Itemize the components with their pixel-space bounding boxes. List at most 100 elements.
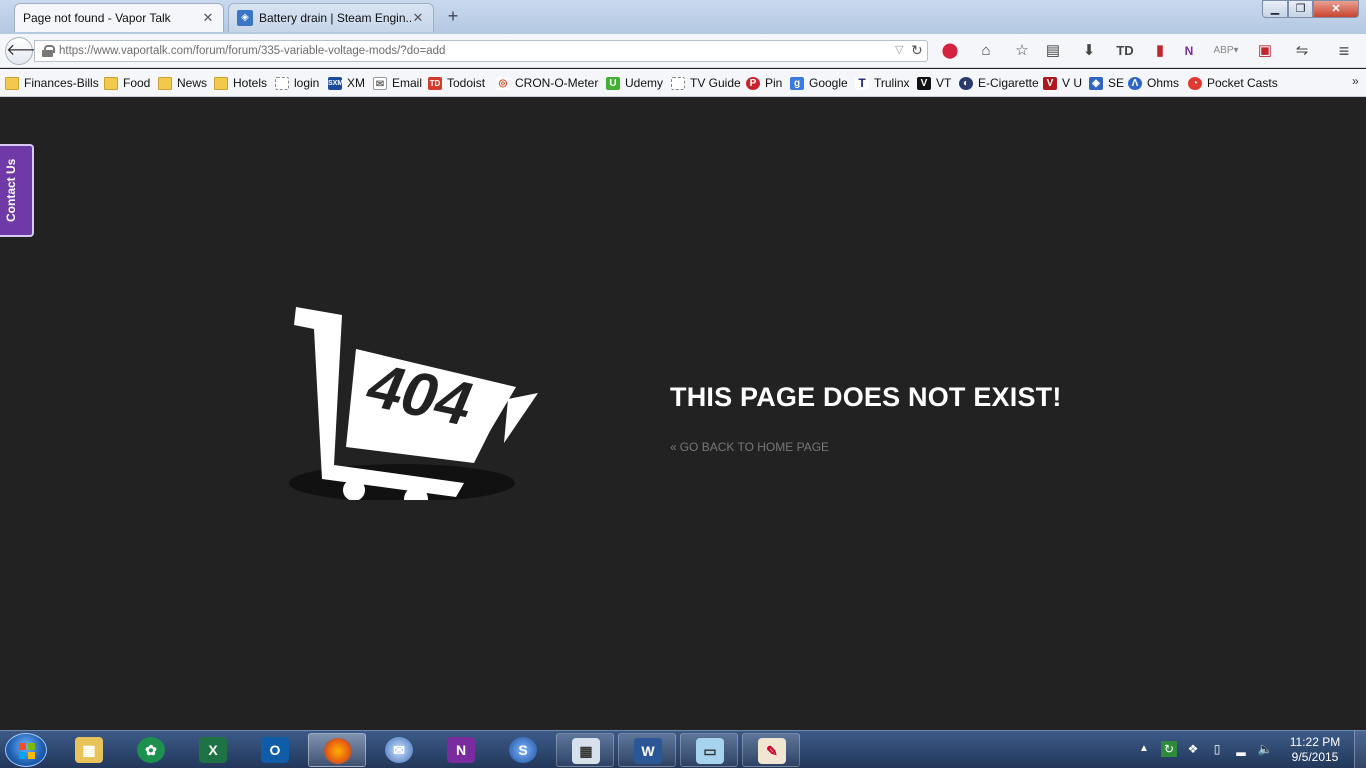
mail-icon: ✉: [373, 76, 387, 90]
tray-app-icon[interactable]: ↻: [1161, 741, 1177, 757]
contact-us-tab[interactable]: Contact Us: [0, 144, 34, 237]
bookmarks-toolbar: Finances-Bills Food News Hotels login SX…: [0, 69, 1366, 97]
hole-edge-mask: [286, 500, 548, 503]
bookmarks-menu-icon[interactable]: ▤: [1043, 42, 1063, 60]
bookmark-star-icon[interactable]: ☆: [1012, 42, 1032, 60]
folder-icon: [104, 76, 118, 90]
bookmark-tv-guide[interactable]: TV Guide: [671, 75, 741, 91]
taskbar-calculator[interactable]: ▦: [556, 733, 614, 767]
taskbar-paint[interactable]: ✎: [742, 733, 800, 767]
home-icon[interactable]: ⌂: [976, 42, 996, 60]
lock-icon: [42, 45, 55, 57]
bookmark-label: XM: [347, 76, 365, 90]
tab-battery-drain[interactable]: ◈ Battery drain | Steam Engin... ✕: [228, 3, 434, 32]
taskbar-thunderbird[interactable]: ✉: [370, 733, 428, 767]
bookmarks-overflow-chevron-icon[interactable]: »: [1352, 74, 1359, 88]
bookmark-login[interactable]: login: [275, 75, 319, 91]
bookmark-vt[interactable]: V VT: [917, 75, 951, 91]
outlook-icon: O: [261, 737, 289, 763]
notepad-icon: ▭: [696, 738, 724, 764]
udemy-icon: U: [606, 76, 620, 90]
show-desktop-button[interactable]: [1354, 731, 1366, 768]
word-icon: W: [634, 738, 662, 764]
menu-icon[interactable]: ≡: [1334, 42, 1354, 60]
volume-icon[interactable]: 🔈: [1257, 741, 1273, 757]
onenote-clipper-icon[interactable]: N: [1179, 42, 1199, 60]
bookmark-ohms[interactable]: Λ Ohms: [1128, 75, 1179, 91]
pocketcasts-icon: ◔: [1188, 76, 1202, 90]
readlater-extension-icon[interactable]: ▮: [1150, 42, 1170, 60]
todoist-icon: TD: [428, 76, 442, 90]
google-icon: g: [790, 76, 804, 90]
bookmark-email[interactable]: ✉ Email: [373, 75, 422, 91]
bookmark-cron-o-meter[interactable]: ◎ CRON-O-Meter: [496, 75, 598, 91]
bookmark-todoist[interactable]: TD Todoist: [428, 75, 485, 91]
bookmark-label: Food: [123, 76, 151, 90]
downloads-icon[interactable]: ⬇: [1079, 42, 1099, 60]
address-bar[interactable]: ▽ ↻: [34, 40, 928, 62]
bookmark-label: Trulinx: [874, 76, 910, 90]
page-icon: [671, 76, 685, 90]
excel-icon: X: [199, 737, 227, 763]
share-icon[interactable]: ⇋: [1292, 42, 1312, 60]
back-button[interactable]: 🡐: [5, 37, 49, 65]
onenote-icon: N: [447, 737, 475, 763]
bookmark-label: Google: [809, 76, 848, 90]
bookmark-e-cigarette[interactable]: ◐ E-Cigarette: [959, 75, 1039, 91]
new-tab-button[interactable]: +: [444, 6, 462, 26]
tree-app-icon: ✿: [137, 737, 165, 763]
home-link-label: GO BACK TO HOME PAGE: [679, 440, 830, 454]
notifications-extension-icon[interactable]: ▣: [1255, 42, 1275, 60]
taskbar-onenote[interactable]: N: [432, 733, 490, 767]
bookmark-trulinx[interactable]: T Trulinx: [855, 75, 910, 91]
window-maximize-button[interactable]: ❐: [1288, 0, 1313, 18]
bookmark-google[interactable]: g Google: [790, 75, 848, 91]
bookmark-hotels[interactable]: Hotels: [214, 75, 267, 91]
bookmark-xm[interactable]: SXM XM: [328, 75, 365, 91]
cart-basket-tip: [504, 393, 538, 443]
taskbar-outlook[interactable]: O: [246, 733, 304, 767]
tab-close-icon[interactable]: ✕: [411, 10, 425, 26]
bookmark-udemy[interactable]: U Udemy: [606, 75, 663, 91]
window-close-button[interactable]: ✕: [1313, 0, 1359, 18]
start-button[interactable]: [5, 733, 47, 767]
usb-device-icon[interactable]: ▯: [1209, 741, 1225, 757]
page-content: Contact Us 404 THIS PAGE DOES NOT EXIST!…: [0, 97, 1366, 730]
dropbox-icon[interactable]: ❖: [1185, 741, 1201, 757]
taskbar-notepad[interactable]: ▭: [680, 733, 738, 767]
taskbar-quicken[interactable]: ✿: [122, 733, 180, 767]
taskbar-firefox[interactable]: [308, 733, 366, 767]
reload-icon[interactable]: ↻: [911, 42, 923, 59]
go-back-home-link[interactable]: «GO BACK TO HOME PAGE: [670, 440, 829, 454]
ohms-icon: Λ: [1128, 76, 1142, 90]
bookmark-news[interactable]: News: [158, 75, 207, 91]
system-clock[interactable]: 11:22 PM 9/5/2015: [1286, 735, 1344, 765]
bookmark-label: login: [294, 76, 320, 90]
tab-page-not-found[interactable]: Page not found - Vapor Talk ✕: [14, 3, 224, 32]
show-hidden-icons-icon[interactable]: ▲: [1139, 743, 1149, 754]
cronometer-icon: ◎: [496, 76, 510, 90]
taskbar-sync[interactable]: S: [494, 733, 552, 767]
todoist-extension-icon[interactable]: TD: [1115, 42, 1135, 60]
url-input[interactable]: [59, 43, 889, 59]
url-history-dropdown-icon[interactable]: ▽: [895, 43, 903, 56]
window-minimize-button[interactable]: ▁: [1262, 0, 1288, 18]
tab-close-icon[interactable]: ✕: [201, 10, 215, 26]
network-signal-icon[interactable]: ▂: [1233, 741, 1249, 757]
bookmark-pin[interactable]: P Pin: [746, 75, 782, 91]
bookmark-food[interactable]: Food: [104, 75, 150, 91]
taskbar-excel[interactable]: X: [184, 733, 242, 767]
taskbar-word[interactable]: W: [618, 733, 676, 767]
clock-time: 11:22 PM: [1289, 735, 1341, 749]
bookmark-pocket-casts[interactable]: ◔ Pocket Casts: [1188, 75, 1278, 91]
page-title: THIS PAGE DOES NOT EXIST!: [670, 382, 1062, 412]
pocket-icon[interactable]: ⬤: [940, 42, 960, 60]
taskbar-file-explorer[interactable]: ▦: [60, 733, 118, 767]
bookmark-label: Email: [392, 76, 423, 90]
bookmark-v-u[interactable]: VV U: [1043, 75, 1082, 91]
bookmark-label: News: [177, 76, 208, 90]
adblock-plus-icon[interactable]: ABP▾: [1213, 42, 1239, 60]
tab-title: Page not found - Vapor Talk: [23, 11, 171, 25]
bookmark-finances-bills[interactable]: Finances-Bills: [5, 75, 99, 91]
bookmark-se[interactable]: ◈ SE: [1089, 75, 1124, 91]
